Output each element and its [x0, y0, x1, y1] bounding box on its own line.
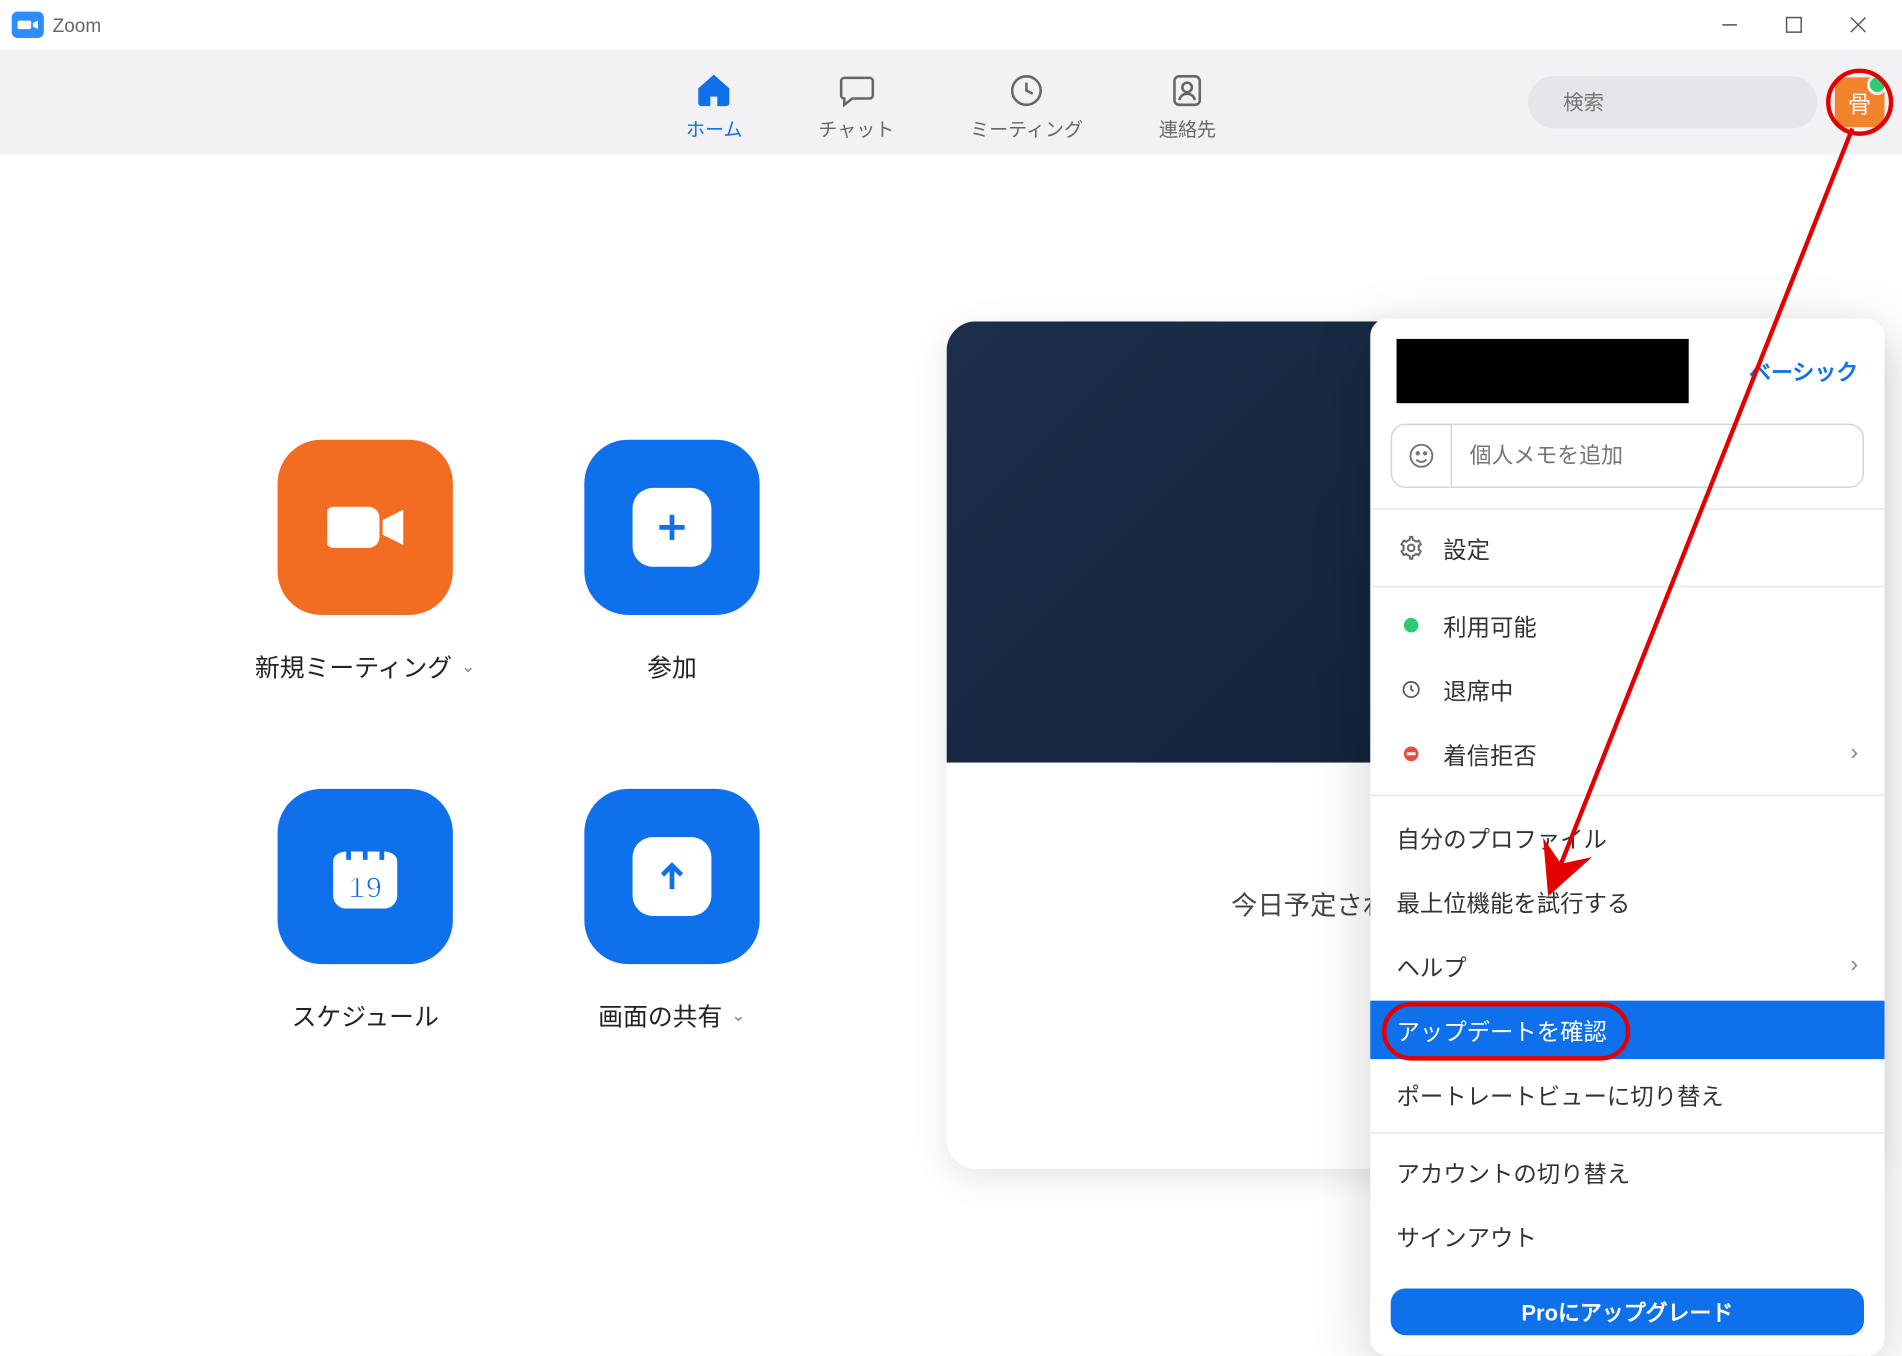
minimize-button[interactable] — [1697, 0, 1761, 50]
arrow-up-tile-icon — [633, 837, 712, 916]
share-screen-label: 画面の共有 — [598, 996, 722, 1033]
zoom-logo-icon — [12, 12, 44, 38]
plus-tile-icon — [633, 488, 712, 567]
new-meeting-button[interactable] — [278, 440, 453, 615]
menu-available-label: 利用可能 — [1443, 608, 1537, 643]
contacts-icon — [1168, 69, 1206, 110]
maximize-button[interactable] — [1762, 0, 1826, 50]
schedule-button[interactable]: 19 — [278, 789, 453, 964]
menu-dnd-label: 着信拒否 — [1443, 736, 1537, 771]
tab-chat[interactable]: チャット — [818, 64, 894, 141]
upgrade-button[interactable]: Proにアップグレード — [1391, 1288, 1864, 1335]
plan-label: ベーシック — [1749, 356, 1858, 387]
close-button[interactable] — [1826, 0, 1890, 50]
menu-dnd[interactable]: 着信拒否 › — [1370, 722, 1884, 786]
tab-chat-label: チャット — [818, 113, 894, 141]
tab-meetings[interactable]: ミーティング — [970, 64, 1083, 141]
menu-try-top-label: 最上位機能を試行する — [1397, 884, 1631, 919]
search-input[interactable] — [1560, 89, 1830, 115]
menu-portrait-label: ポートレートビューに切り替え — [1397, 1077, 1724, 1112]
chat-icon — [837, 69, 875, 110]
menu-settings-label: 設定 — [1443, 530, 1490, 565]
chevron-down-icon[interactable]: ⌄ — [731, 1004, 746, 1024]
menu-switch-account-label: アカウントの切り替え — [1397, 1154, 1631, 1189]
tab-contacts[interactable]: 連絡先 — [1159, 64, 1216, 141]
join-button[interactable] — [584, 440, 759, 615]
annotation-circle — [1826, 69, 1893, 136]
menu-away-label: 退席中 — [1443, 672, 1513, 707]
menu-settings[interactable]: 設定 — [1370, 516, 1884, 580]
video-icon — [327, 489, 403, 565]
svg-text:19: 19 — [348, 870, 382, 905]
menu-profile[interactable]: 自分のプロファイル — [1370, 805, 1884, 869]
titlebar: Zoom — [0, 0, 1902, 50]
menu-away[interactable]: 退席中 — [1370, 657, 1884, 721]
calendar-icon: 19 — [327, 839, 403, 915]
redacted-name — [1397, 339, 1689, 403]
share-screen-button[interactable] — [584, 789, 759, 964]
menu-help-label: ヘルプ — [1397, 948, 1467, 983]
clock-icon — [1008, 69, 1046, 110]
chevron-right-icon: › — [1850, 741, 1858, 767]
schedule-label: スケジュール — [292, 996, 439, 1033]
menu-signout-label: サインアウト — [1397, 1218, 1537, 1253]
emoji-icon[interactable] — [1392, 425, 1452, 486]
tab-contacts-label: 連絡先 — [1159, 113, 1216, 141]
menu-check-update-label: アップデートを確認 — [1397, 1012, 1607, 1047]
join-label: 参加 — [647, 647, 697, 684]
chevron-right-icon: › — [1850, 952, 1858, 978]
menu-switch-account[interactable]: アカウントの切り替え — [1370, 1139, 1884, 1203]
menu-check-update[interactable]: アップデートを確認 — [1370, 1001, 1884, 1059]
memo-input[interactable] — [1452, 425, 1862, 486]
chevron-down-icon[interactable]: ⌄ — [461, 655, 476, 675]
new-meeting-label: 新規ミーティング — [255, 647, 452, 684]
menu-available[interactable]: 利用可能 — [1370, 593, 1884, 657]
tab-home[interactable]: ホーム — [686, 64, 742, 141]
personal-memo-row[interactable] — [1391, 424, 1864, 488]
status-dnd-icon — [1404, 746, 1419, 761]
gear-icon — [1397, 535, 1426, 561]
app-name: Zoom — [53, 14, 102, 36]
tab-meetings-label: ミーティング — [970, 113, 1083, 141]
tab-home-label: ホーム — [686, 113, 742, 141]
home-icon — [695, 69, 733, 110]
action-grid: 新規ミーティング ⌄ 参加 19 スケジュール — [212, 440, 826, 1033]
menu-signout[interactable]: サインアウト — [1370, 1204, 1884, 1268]
avatar[interactable]: 骨 — [1835, 77, 1885, 127]
search-box[interactable] — [1528, 76, 1817, 129]
status-available-icon — [1404, 618, 1419, 633]
menu-portrait[interactable]: ポートレートビューに切り替え — [1370, 1062, 1884, 1126]
menu-profile-label: 自分のプロファイル — [1397, 820, 1607, 855]
menu-try-top[interactable]: 最上位機能を試行する — [1370, 869, 1884, 933]
status-away-icon — [1397, 679, 1426, 699]
toolbar: ホーム チャット ミーティング 連絡先 骨 — [0, 50, 1902, 155]
menu-help[interactable]: ヘルプ › — [1370, 933, 1884, 997]
profile-dropdown: ベーシック 設定 利用可能 退席中 — [1370, 318, 1884, 1355]
